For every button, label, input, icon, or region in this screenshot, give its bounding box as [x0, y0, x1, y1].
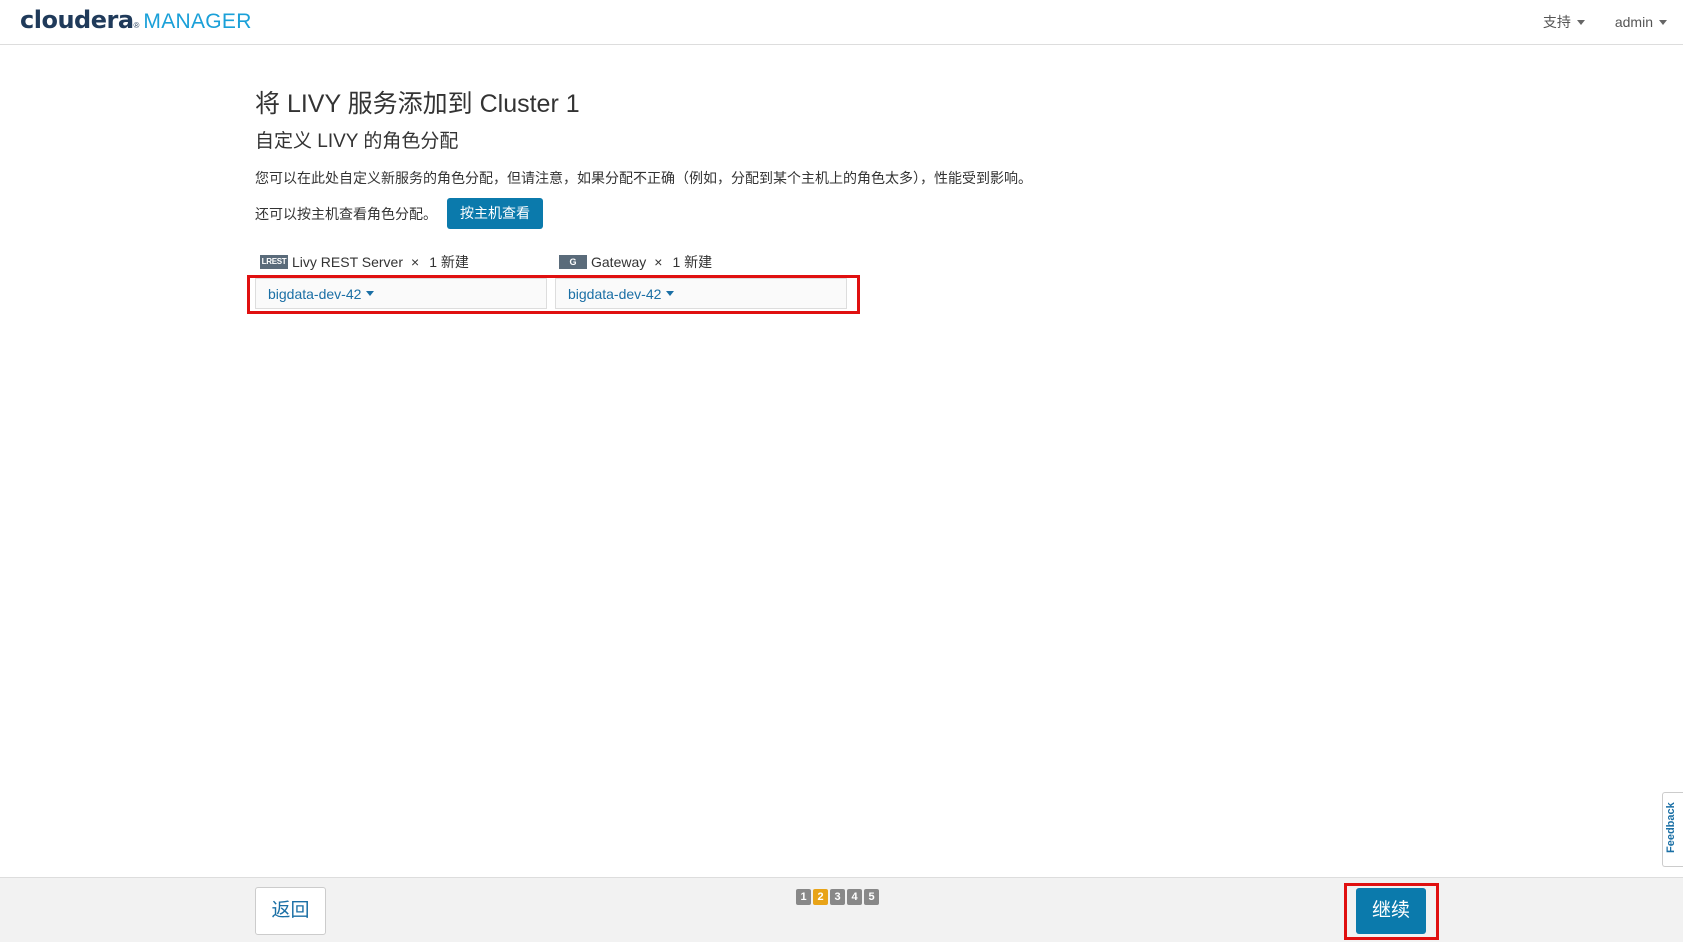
continue-highlight: [1344, 883, 1439, 940]
logo-registered-mark: ®: [133, 21, 140, 30]
livy-rest-server-icon: LREST: [260, 255, 288, 269]
role-count: 1 新建: [672, 254, 713, 270]
wizard-footer: 返回 1 2 3 4 5 继续: [0, 877, 1683, 942]
role-name: Livy REST Server: [292, 254, 403, 270]
top-nav-menu: 支持 admin: [1543, 12, 1667, 32]
role-multiplier: ×: [411, 254, 420, 270]
feedback-tab[interactable]: Feedback: [1662, 792, 1683, 867]
support-menu-label: 支持: [1542, 14, 1571, 30]
top-navbar: cloudera ® MANAGER 支持 admin: [0, 0, 1683, 45]
user-menu-label: admin: [1614, 14, 1653, 30]
step-5[interactable]: 5: [864, 889, 879, 905]
step-1[interactable]: 1: [796, 889, 811, 905]
page-title: 将 LIVY 服务添加到 Cluster 1: [255, 90, 580, 118]
cloudera-manager-logo[interactable]: cloudera ® MANAGER: [20, 6, 252, 36]
role-header-gateway: G Gateway × 1 新建: [559, 252, 712, 272]
role-header-livy-rest-server: LREST Livy REST Server × 1 新建: [260, 252, 469, 272]
step-2[interactable]: 2: [813, 889, 828, 905]
logo-cloudera-text: cloudera: [20, 6, 134, 34]
logo-manager-text: MANAGER: [143, 10, 252, 33]
host-selection-highlight: [247, 275, 860, 314]
role-name: Gateway: [591, 254, 647, 270]
page-subtitle: 自定义 LIVY 的角色分配: [255, 131, 459, 152]
gateway-icon: G: [559, 255, 587, 269]
role-multiplier: ×: [654, 254, 663, 270]
role-count: 1 新建: [429, 254, 469, 270]
page-description: 您可以在此处自定义新服务的角色分配，但请注意，如果分配不正确（例如，分配到某个主…: [255, 170, 1032, 186]
host-view-row: 还可以按主机查看角色分配。 按主机查看: [255, 198, 543, 229]
host-view-text: 还可以按主机查看角色分配。: [255, 205, 437, 222]
support-menu[interactable]: 支持: [1543, 12, 1585, 32]
feedback-label: Feedback: [1665, 802, 1677, 853]
chevron-down-icon: [1659, 19, 1667, 25]
user-menu[interactable]: admin: [1615, 12, 1667, 32]
step-4[interactable]: 4: [847, 889, 862, 905]
chevron-down-icon: [1576, 19, 1585, 25]
step-3[interactable]: 3: [830, 889, 845, 905]
view-by-host-button[interactable]: 按主机查看: [447, 198, 543, 229]
back-button[interactable]: 返回: [255, 887, 326, 935]
step-indicator: 1 2 3 4 5: [796, 889, 879, 905]
